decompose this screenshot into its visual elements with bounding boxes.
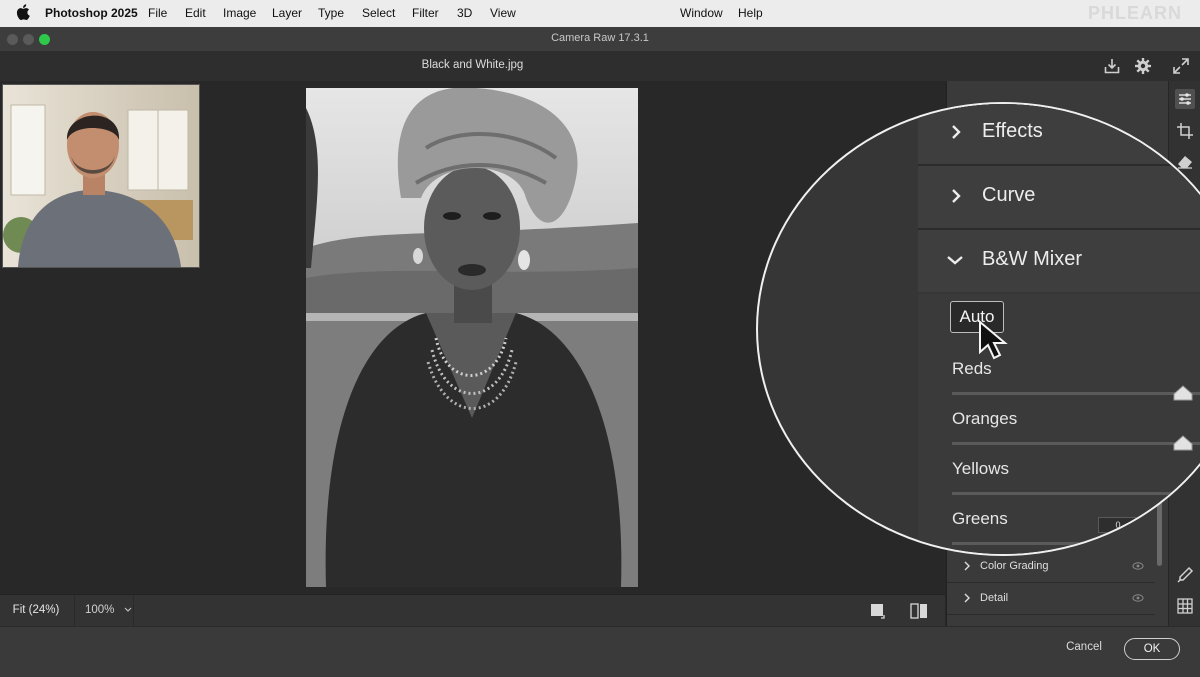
section-effects-label: Effects xyxy=(982,120,1043,142)
section-effects[interactable]: Effects xyxy=(918,104,1200,166)
view-mode-icon[interactable] xyxy=(869,602,887,620)
slider-track-oranges[interactable] xyxy=(952,442,1200,445)
mouse-pointer-icon xyxy=(979,320,1008,360)
slider-label-greens: Greens xyxy=(952,509,1008,528)
slider-track-greens[interactable] xyxy=(952,542,1200,545)
menu-image[interactable]: Image xyxy=(223,6,256,20)
zoom-fit-button[interactable]: Fit (24%) xyxy=(0,595,72,628)
section-bw-mixer[interactable]: B&W Mixer xyxy=(918,230,1200,292)
slider-track-reds[interactable] xyxy=(952,392,1200,395)
slider-label-yellows: Yellows xyxy=(952,459,1010,478)
slider-value-greens[interactable]: 0 xyxy=(1098,517,1138,533)
grid-icon[interactable] xyxy=(1175,596,1195,616)
menu-layer[interactable]: Layer xyxy=(272,6,302,20)
before-after-icon[interactable] xyxy=(909,602,929,620)
panel-row-label: Detail xyxy=(980,592,1009,604)
fullscreen-icon[interactable] xyxy=(1172,57,1190,75)
slider-thumb-oranges[interactable] xyxy=(1172,434,1194,452)
chevron-down-icon xyxy=(124,607,132,612)
slider-label-reds: Reds xyxy=(952,359,992,378)
section-curve[interactable]: Curve xyxy=(918,166,1200,230)
panel-row-label: Color Grading xyxy=(980,560,1049,572)
menu-help[interactable]: Help xyxy=(738,6,763,20)
window-title: Camera Raw 17.3.1 xyxy=(551,32,649,44)
canvas-bottom-bar: Fit (24%) 100% xyxy=(0,594,945,628)
window-titlebar: Camera Raw 17.3.1 xyxy=(0,27,1200,52)
document-filename: Black and White.jpg xyxy=(421,59,524,71)
chevron-right-icon xyxy=(952,189,961,203)
apple-icon[interactable] xyxy=(16,4,30,20)
chevron-right-icon xyxy=(952,125,961,139)
eyedropper-icon[interactable] xyxy=(1175,565,1195,585)
chevron-right-icon xyxy=(964,593,970,603)
slider-thumb-yellows[interactable] xyxy=(1172,484,1194,502)
main-photo xyxy=(306,88,638,587)
slider-label-oranges: Oranges xyxy=(952,409,1018,428)
zoom-level-dropdown[interactable]: 100% xyxy=(74,595,134,626)
phlearn-watermark: PHLEARN xyxy=(1087,3,1182,23)
zoom-level-label: 100% xyxy=(85,604,115,616)
ok-button[interactable]: OK xyxy=(1124,638,1180,660)
dialog-footer: Cancel OK xyxy=(0,626,1200,677)
panel-row-detail[interactable]: Detail xyxy=(947,583,1155,615)
eye-icon[interactable] xyxy=(1132,593,1144,603)
gear-icon[interactable] xyxy=(1134,57,1152,75)
menu-filter[interactable]: Filter xyxy=(412,6,439,20)
webcam-overlay xyxy=(2,84,200,268)
menu-bar: Photoshop 2025 File Edit Image Layer Typ… xyxy=(0,0,1200,27)
cancel-button[interactable]: Cancel xyxy=(1059,641,1109,653)
menu-window[interactable]: Window xyxy=(680,6,723,20)
slider-track-yellows[interactable] xyxy=(952,492,1200,495)
eye-icon[interactable] xyxy=(1132,561,1144,571)
section-bw-mixer-label: B&W Mixer xyxy=(982,248,1082,270)
menu-edit[interactable]: Edit xyxy=(185,6,206,20)
menu-app-name[interactable]: Photoshop 2025 xyxy=(45,6,138,20)
slider-thumb-reds[interactable] xyxy=(1172,384,1194,402)
menu-file[interactable]: File xyxy=(148,6,167,20)
menu-3d[interactable]: 3D xyxy=(457,6,472,20)
section-curve-label: Curve xyxy=(982,184,1036,206)
chevron-down-icon xyxy=(947,256,963,265)
menu-type[interactable]: Type xyxy=(318,6,344,20)
menu-select[interactable]: Select xyxy=(362,6,395,20)
panel-row-color-grading[interactable]: Color Grading xyxy=(947,551,1155,583)
save-download-icon[interactable] xyxy=(1103,57,1121,75)
document-bar: Black and White.jpg xyxy=(0,51,1200,81)
menu-view[interactable]: View xyxy=(490,6,516,20)
chevron-right-icon xyxy=(964,561,970,571)
